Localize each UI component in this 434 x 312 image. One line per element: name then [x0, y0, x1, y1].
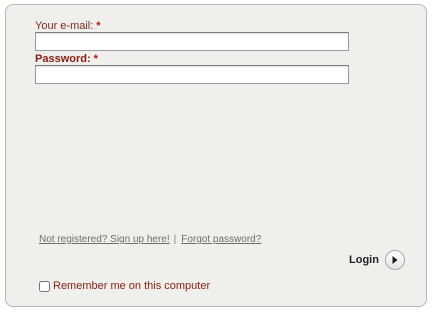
- password-label-text: Password:: [35, 53, 91, 65]
- forgot-password-link[interactable]: Forgot password?: [181, 234, 261, 245]
- remember-me-checkbox[interactable]: [39, 280, 50, 292]
- arrow-right-icon[interactable]: [384, 250, 405, 270]
- account-links: Not registered? Sign up here! | Forgot pas…: [39, 234, 261, 246]
- login-panel: Your e-mail: * Password: * Not registered?…: [5, 4, 427, 307]
- remember-me[interactable]: Remember me on this computer: [39, 280, 210, 292]
- link-separator: |: [173, 234, 177, 245]
- password-required-mark: *: [93, 53, 98, 65]
- email-label-text: Your e-mail:: [35, 20, 94, 32]
- login-button[interactable]: Login: [349, 250, 405, 270]
- signup-link[interactable]: Not registered? Sign up here!: [39, 234, 170, 245]
- email-required-mark: *: [96, 20, 101, 32]
- email-input[interactable]: [35, 32, 349, 51]
- remember-me-label: Remember me on this computer: [53, 280, 211, 292]
- login-label: Login: [349, 254, 379, 266]
- arrow-right-glyph: [392, 256, 398, 264]
- password-input[interactable]: [35, 65, 349, 84]
